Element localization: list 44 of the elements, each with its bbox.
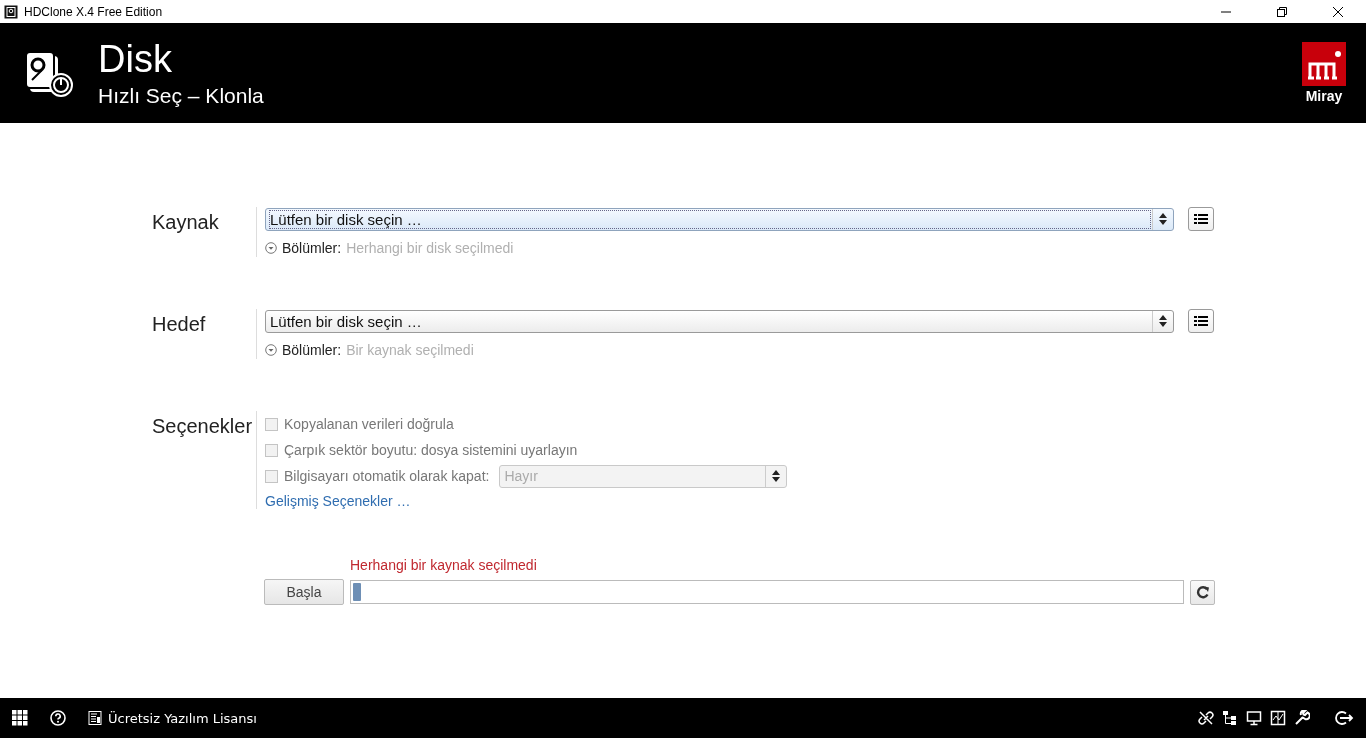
updown-arrow-icon	[772, 470, 781, 482]
logo-icon	[1302, 42, 1346, 86]
advanced-options-link[interactable]: Gelişmiş Seçenekler …	[265, 493, 411, 509]
checkbox-label: Bilgisayarı otomatik olarak kapat:	[284, 468, 490, 484]
grid-menu-icon[interactable]	[12, 710, 28, 726]
partitions-value: Herhangi bir disk seçilmedi	[346, 240, 514, 256]
restore-icon[interactable]	[1277, 6, 1287, 17]
status-message: Herhangi bir kaynak seçilmedi	[350, 557, 538, 573]
section-label: Kaynak	[152, 210, 220, 235]
checkbox-label: Çarpık sektör boyutu: dosya sistemini uyarlayın	[284, 442, 578, 458]
help-icon[interactable]	[50, 710, 66, 726]
list-button[interactable]	[1188, 309, 1214, 333]
list-icon	[1194, 315, 1208, 327]
checkbox-label: Kopyalanan verileri doğrula	[284, 416, 454, 432]
network-icon[interactable]	[1222, 710, 1238, 726]
refresh-icon	[1195, 585, 1210, 599]
monitor-icon[interactable]	[1246, 710, 1262, 726]
start-button[interactable]: Başla	[264, 579, 344, 605]
expand-icon[interactable]	[265, 242, 277, 254]
window-title: HDClone X.4 Free Edition	[24, 4, 164, 19]
disk-dropdown[interactable]: Lütfen bir disk seçin …	[265, 207, 1174, 231]
partitions-value: Bir kaynak seçilmedi	[346, 342, 474, 358]
app-icon	[4, 4, 18, 19]
list-icon	[1194, 213, 1208, 225]
license-button[interactable]: Ücretsiz Yazılım Lisansı	[88, 710, 257, 726]
list-button[interactable]	[1188, 207, 1214, 231]
updown-arrow-icon	[1159, 315, 1167, 327]
link-icon[interactable]	[1198, 710, 1214, 726]
brand-name: Miray	[1305, 88, 1343, 104]
page-subtitle: Hızlı Seç – Klonla	[98, 84, 265, 108]
refresh-button[interactable]	[1190, 579, 1215, 605]
updown-arrow-icon	[1159, 213, 1167, 225]
wrench-icon[interactable]	[1294, 710, 1310, 726]
document-icon	[88, 711, 102, 725]
expand-icon[interactable]	[265, 344, 277, 356]
page-title: Disk	[98, 38, 173, 80]
section-label: Seçenekler	[152, 414, 254, 439]
close-icon[interactable]	[1333, 6, 1343, 17]
exit-icon[interactable]	[1334, 710, 1354, 726]
partitions-label: Bölümler:	[282, 342, 342, 358]
section-label: Hedef	[152, 312, 207, 337]
disk-dropdown[interactable]: Lütfen bir disk seçin …	[265, 309, 1174, 333]
chart-icon[interactable]	[1270, 710, 1286, 726]
partitions-label: Bölümler:	[282, 240, 342, 256]
